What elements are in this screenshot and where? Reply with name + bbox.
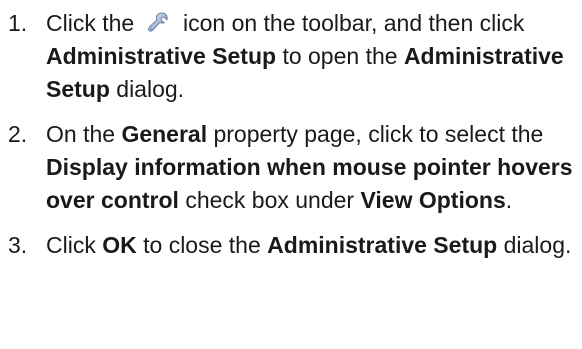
step-text: property page, click to select the [213, 121, 544, 147]
ui-term: View Options [360, 187, 506, 213]
step-number: 3. [8, 232, 28, 258]
step-text: Click the [46, 10, 135, 36]
step-3: 3. Click OK to close the Administrative … [0, 229, 582, 262]
step-text: On the [46, 121, 116, 147]
step-text: to close the [143, 232, 261, 258]
step-text: . [505, 187, 513, 213]
wrench-icon [147, 11, 169, 33]
step-text: dialog. [503, 232, 572, 258]
step-text: to open the [282, 43, 398, 69]
step-1: 1. Click the icon on the toolbar, and th… [0, 7, 582, 106]
step-text: dialog. [116, 76, 185, 102]
step-text: Click [46, 232, 96, 258]
ui-term: Administrative Setup [267, 232, 498, 258]
steps-list: 1. Click the icon on the toolbar, and th… [0, 7, 582, 262]
ui-term: Administrative Setup [46, 43, 277, 69]
step-text: icon on the toolbar, and then click [182, 10, 525, 36]
step-text: check box under [185, 187, 355, 213]
instructions-document: 1. Click the icon on the toolbar, and th… [0, 0, 582, 349]
step-2: 2. On the General property page, click t… [0, 118, 582, 217]
step-number: 1. [8, 10, 28, 36]
step-number: 2. [8, 121, 28, 147]
ui-term: General [121, 121, 208, 147]
ui-term: OK [102, 232, 137, 258]
